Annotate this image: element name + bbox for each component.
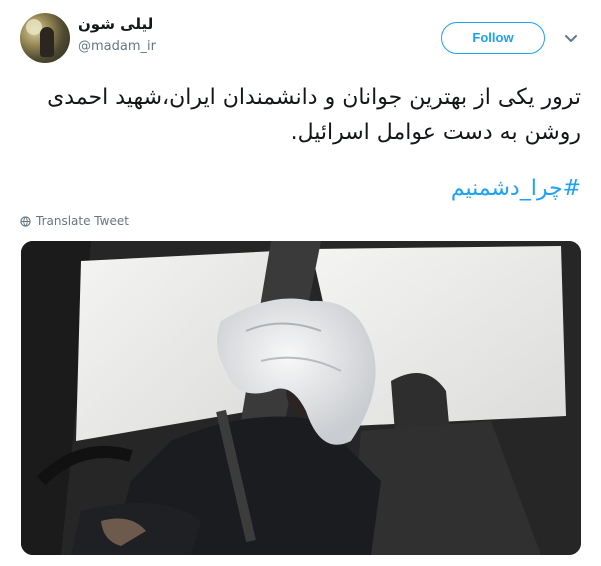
tweet-text: ترور یکی از بهترین جوانان و دانشمندان ای… — [47, 85, 581, 145]
chevron-down-icon[interactable] — [563, 30, 579, 46]
translate-tweet-link[interactable]: Translate Tweet — [20, 214, 129, 228]
follow-button[interactable]: Follow — [441, 22, 545, 54]
avatar[interactable] — [20, 13, 70, 63]
globe-icon — [20, 215, 31, 227]
tweet-photo[interactable] — [21, 241, 581, 555]
user-display-name[interactable]: لیلی شون — [78, 15, 153, 33]
user-handle[interactable]: @madam_ir — [78, 39, 156, 54]
photo-car-interior — [21, 241, 581, 555]
tweet-card: لیلی شون @madam_ir Follow ترور یکی از به… — [0, 0, 601, 566]
translate-label: Translate Tweet — [36, 214, 129, 228]
avatar-figure — [40, 27, 54, 57]
hashtag-link[interactable]: #چرا_دشمنیم — [451, 176, 581, 201]
